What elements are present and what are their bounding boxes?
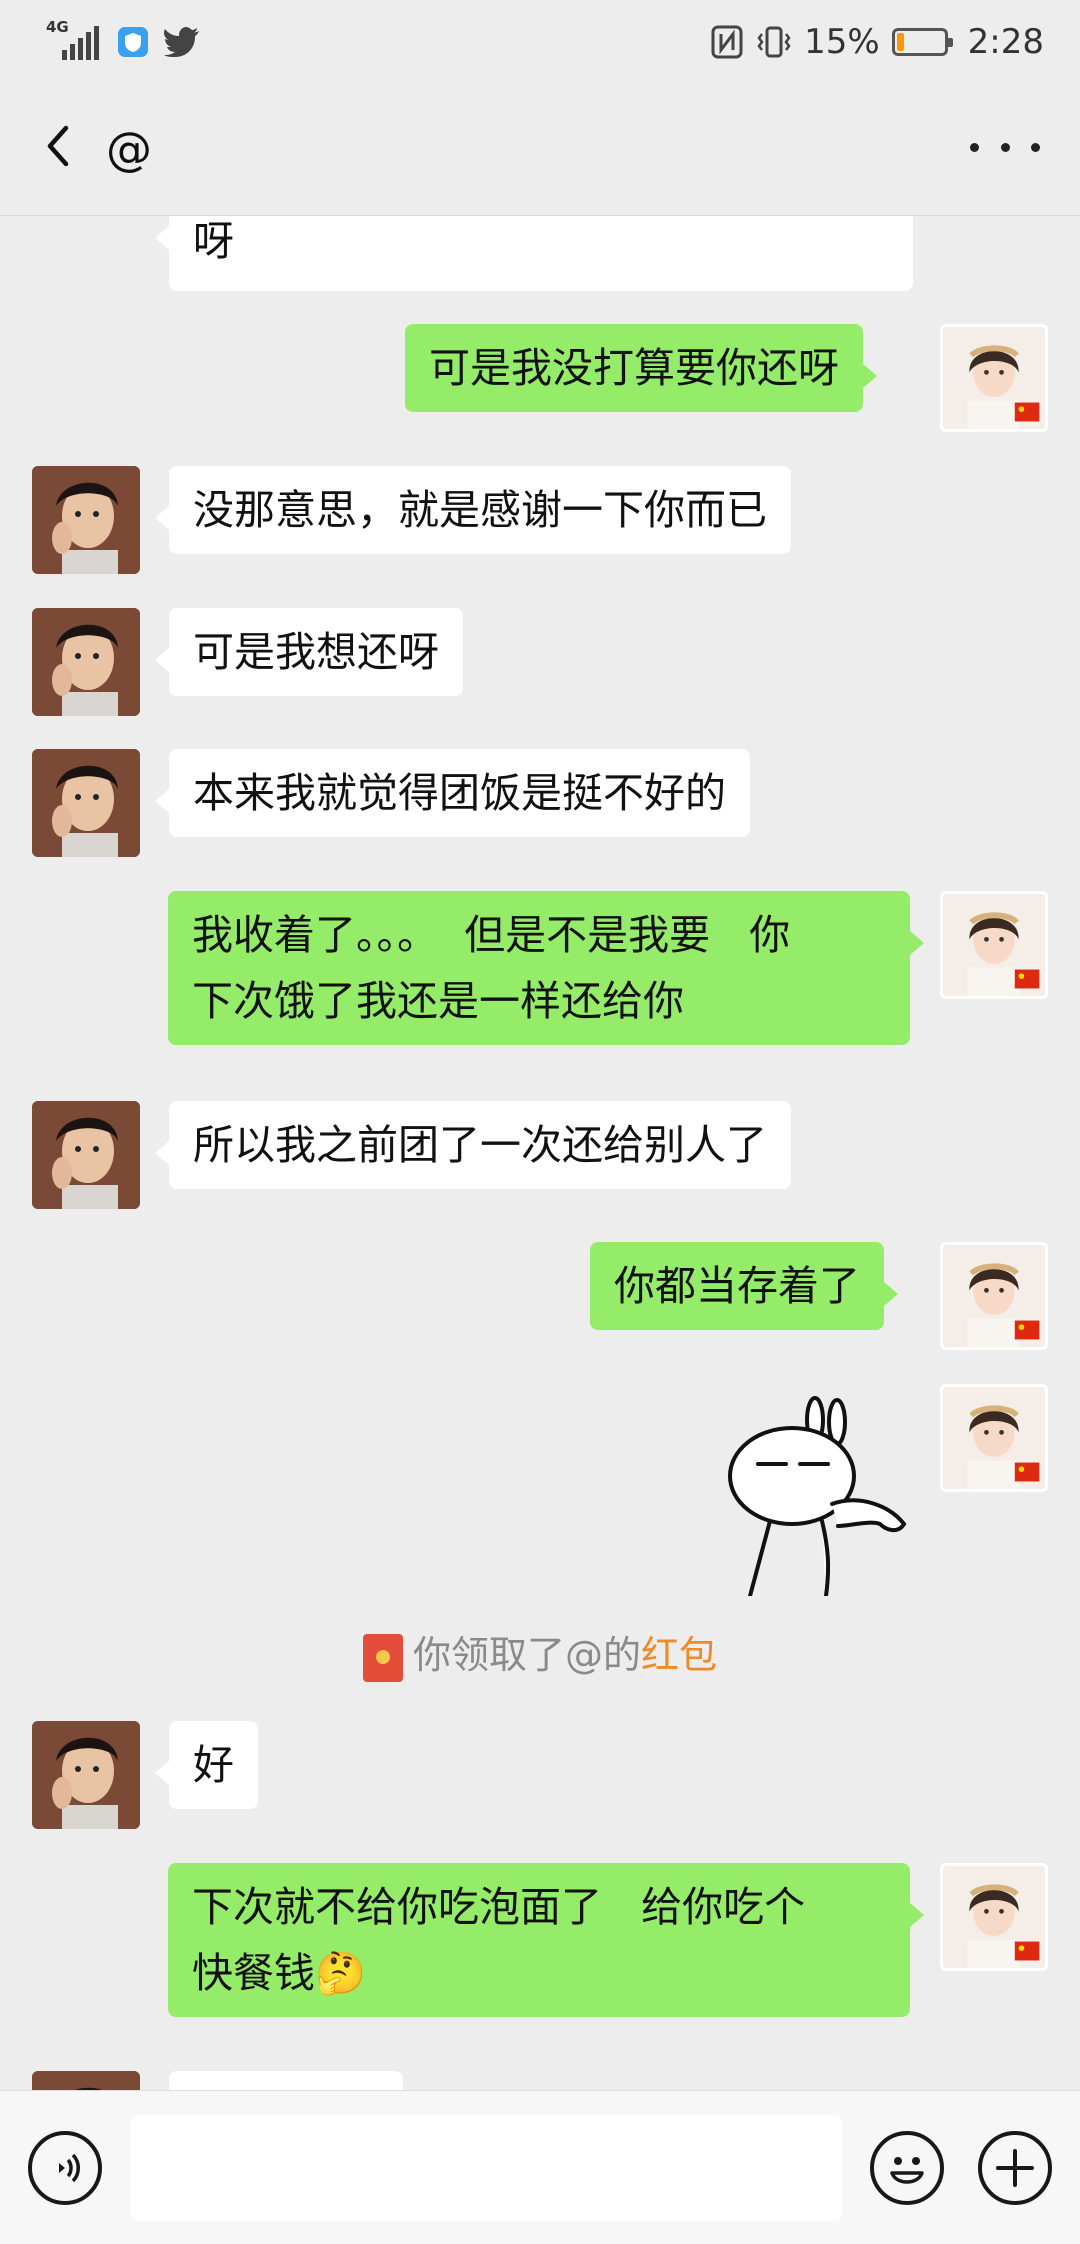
message-bubble-incoming[interactable]: 可是我想还呀	[155, 608, 463, 696]
message-bubble-incoming[interactable]: 呀	[155, 216, 913, 291]
message-text: 没那意思，就是感谢一下你而已	[193, 486, 767, 534]
status-bar: 4G 15% 2:28	[0, 0, 1080, 86]
my-avatar[interactable]	[940, 1384, 1048, 1492]
cell-signal-icon: 4G	[44, 18, 102, 62]
shield-app-icon	[118, 27, 148, 57]
red-packet-notice: 你领取了@的红包	[0, 1624, 1080, 1682]
battery-percent: 15%	[804, 22, 880, 62]
clock: 2:28	[967, 22, 1044, 62]
smiley-icon	[890, 2157, 924, 2184]
red-packet-link[interactable]: 红包	[641, 1633, 717, 1677]
message-bubble-incoming[interactable]: 好	[155, 1721, 258, 1809]
emoji-button[interactable]	[870, 2131, 944, 2205]
message-text: 可是我没打算要你还呀	[429, 344, 839, 392]
plus-icon	[996, 2149, 1034, 2187]
message-text-line-2: 快餐钱🤔	[192, 1949, 367, 1997]
message-text-line-2: 下次饿了我还是一样还给你	[192, 977, 684, 1025]
message-text: 本来我就觉得团饭是挺不好的	[193, 769, 726, 817]
message-bubble-incoming[interactable]: 所以我之前团了一次还给别人了	[155, 1101, 791, 1189]
battery-icon	[891, 28, 953, 56]
message-text: 所以我之前团了一次还给别人了	[193, 1121, 767, 1169]
message-text-line-1: 下次就不给你吃泡面了 给你吃个	[192, 1883, 806, 1931]
contact-avatar[interactable]	[32, 608, 140, 716]
message-bubble-outgoing[interactable]: 可是我没打算要你还呀	[405, 324, 877, 412]
chat-header: @	[0, 86, 1080, 216]
more-options-icon[interactable]	[970, 122, 1040, 172]
contact-avatar[interactable]	[32, 2071, 140, 2090]
my-avatar[interactable]	[940, 1242, 1048, 1350]
message-bubble-incoming[interactable]	[169, 2071, 403, 2090]
message-text: 好	[193, 1741, 234, 1789]
red-packet-icon	[362, 1633, 403, 1682]
more-functions-button[interactable]	[978, 2131, 1052, 2205]
contact-avatar[interactable]	[32, 1721, 140, 1829]
voice-icon	[59, 2153, 80, 2183]
twitter-icon	[164, 27, 199, 57]
message-bubble-outgoing[interactable]: 我收着了。。。 但是不是我要 你 下次饿了我还是一样还给你	[168, 891, 924, 1045]
message-text: 呀	[193, 217, 234, 265]
contact-avatar[interactable]	[32, 749, 140, 857]
message-text: 可是我想还呀	[193, 628, 439, 676]
my-avatar[interactable]	[940, 891, 1048, 999]
message-bubble-outgoing[interactable]: 你都当存着了	[590, 1242, 898, 1330]
my-avatar[interactable]	[940, 1863, 1048, 1971]
message-list[interactable]: 呀 可是我没打算要你还呀 没那意思，就是感谢一下你而已 可是我想还呀 本来我就觉…	[0, 216, 1080, 2090]
back-arrow-icon[interactable]	[30, 116, 90, 176]
vibrate-icon	[757, 26, 791, 58]
message-bubble-outgoing[interactable]: 下次就不给你吃泡面了 给你吃个 快餐钱🤔	[168, 1863, 924, 2017]
message-text: 你都当存着了	[614, 1262, 860, 1310]
nfc-icon	[711, 25, 743, 59]
notice-text: 你领取了@的	[412, 1633, 641, 1677]
message-text-line-1: 我收着了。。。 但是不是我要 你	[192, 911, 791, 959]
message-input[interactable]	[130, 2115, 842, 2221]
chat-title: @	[106, 122, 152, 176]
message-bubble-incoming[interactable]: 没那意思，就是感谢一下你而已	[155, 466, 791, 554]
contact-avatar[interactable]	[32, 1101, 140, 1209]
message-bubble-incoming[interactable]: 本来我就觉得团饭是挺不好的	[155, 749, 750, 837]
contact-avatar[interactable]	[32, 466, 140, 574]
input-bar	[0, 2090, 1080, 2244]
voice-input-button[interactable]	[28, 2131, 102, 2205]
rabbit-sticker[interactable]	[720, 1396, 920, 1596]
my-avatar[interactable]	[940, 324, 1048, 432]
